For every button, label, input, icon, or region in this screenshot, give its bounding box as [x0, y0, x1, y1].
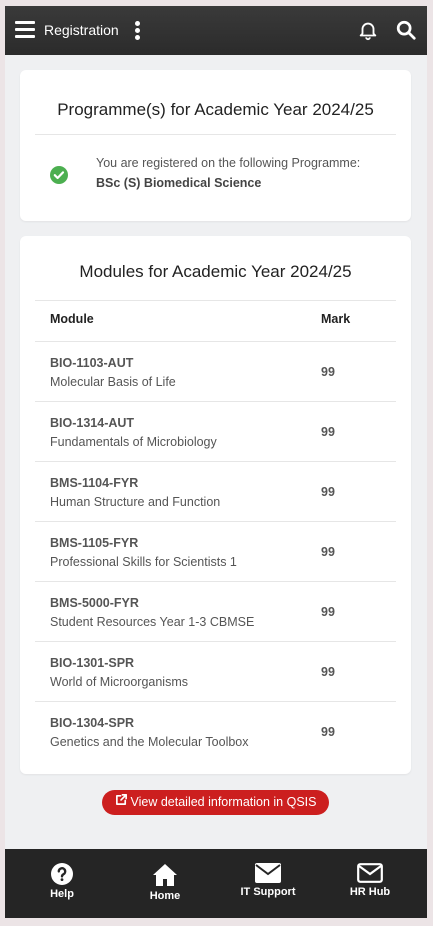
module-code: BMS-1105-FYR — [50, 536, 139, 550]
help-icon — [51, 863, 73, 885]
module-mark: 99 — [321, 605, 335, 619]
module-mark: 99 — [321, 665, 335, 679]
nav-home[interactable]: Home — [120, 863, 210, 902]
column-header-module: Module — [50, 312, 94, 326]
external-link-icon — [115, 790, 128, 815]
programme-card: Programme(s) for Academic Year 2024/25 Y… — [20, 70, 411, 221]
modules-card-title: Modules for Academic Year 2024/25 — [79, 262, 352, 281]
top-app-bar: Registration — [5, 6, 427, 55]
nav-hr-hub[interactable]: HR Hub — [325, 863, 415, 898]
menu-icon[interactable] — [15, 21, 35, 39]
table-row[interactable]: BIO-1314-AUT Fundamentals of Microbiolog… — [35, 401, 396, 462]
nav-help-label: Help — [50, 888, 74, 900]
module-code: BMS-1104-FYR — [50, 476, 139, 490]
module-mark: 99 — [321, 425, 335, 439]
module-name: Molecular Basis of Life — [50, 375, 176, 389]
nav-it-support[interactable]: IT Support — [223, 863, 313, 898]
modules-card: Modules for Academic Year 2024/25 Module… — [20, 236, 411, 774]
view-qsis-button[interactable]: View detailed information in QSIS — [102, 790, 329, 815]
nav-home-label: Home — [149, 890, 181, 902]
module-mark: 99 — [321, 365, 335, 379]
module-name: Professional Skills for Scientists 1 — [50, 555, 237, 569]
column-header-mark: Mark — [321, 312, 351, 326]
table-row[interactable]: BIO-1103-AUT Molecular Basis of Life 99 — [35, 341, 396, 402]
mail-outline-icon — [357, 863, 383, 883]
module-name: Student Resources Year 1-3 CBMSE — [50, 615, 255, 629]
module-code: BIO-1304-SPR — [50, 716, 135, 730]
check-circle-icon — [50, 166, 68, 184]
module-mark: 99 — [321, 485, 335, 499]
nav-it-support-label: IT Support — [240, 886, 296, 898]
module-mark: 99 — [321, 725, 335, 739]
page-title: Registration — [44, 22, 119, 38]
notifications-bell-icon[interactable] — [357, 19, 379, 41]
table-row[interactable]: BMS-1105-FYR Professional Skills for Sci… — [35, 521, 396, 582]
table-row[interactable]: BMS-5000-FYR Student Resources Year 1-3 … — [35, 581, 396, 642]
search-icon[interactable] — [395, 19, 417, 41]
more-options-icon[interactable] — [135, 21, 141, 40]
home-icon — [153, 864, 177, 886]
app-screen: Registration Programme(s) for Academic Y… — [5, 6, 427, 918]
module-code: BIO-1301-SPR — [50, 656, 135, 670]
module-name: Fundamentals of Microbiology — [50, 435, 217, 449]
view-qsis-label: View detailed information in QSIS — [130, 795, 317, 809]
table-row[interactable]: BMS-1104-FYR Human Structure and Functio… — [35, 461, 396, 522]
table-row[interactable]: BIO-1301-SPR World of Microorganisms 99 — [35, 641, 396, 702]
module-name: Human Structure and Function — [50, 495, 221, 509]
nav-help[interactable]: Help — [17, 863, 107, 900]
divider — [35, 134, 396, 135]
nav-hr-hub-label: HR Hub — [349, 886, 391, 898]
mail-icon — [255, 863, 281, 883]
table-row[interactable]: BIO-1304-SPR Genetics and the Molecular … — [35, 701, 396, 762]
registered-text: You are registered on the following Prog… — [96, 156, 361, 170]
module-mark: 99 — [321, 545, 335, 559]
programme-card-title: Programme(s) for Academic Year 2024/25 — [57, 100, 374, 119]
programme-name: BSc (S) Biomedical Science — [96, 176, 262, 190]
module-name: World of Microorganisms — [50, 675, 189, 689]
module-code: BIO-1314-AUT — [50, 416, 135, 430]
module-code: BIO-1103-AUT — [50, 356, 134, 370]
bottom-nav-bar: Help Home IT Support HR Hub — [5, 849, 427, 918]
divider — [35, 300, 396, 301]
module-code: BMS-5000-FYR — [50, 596, 139, 610]
module-name: Genetics and the Molecular Toolbox — [50, 735, 249, 749]
